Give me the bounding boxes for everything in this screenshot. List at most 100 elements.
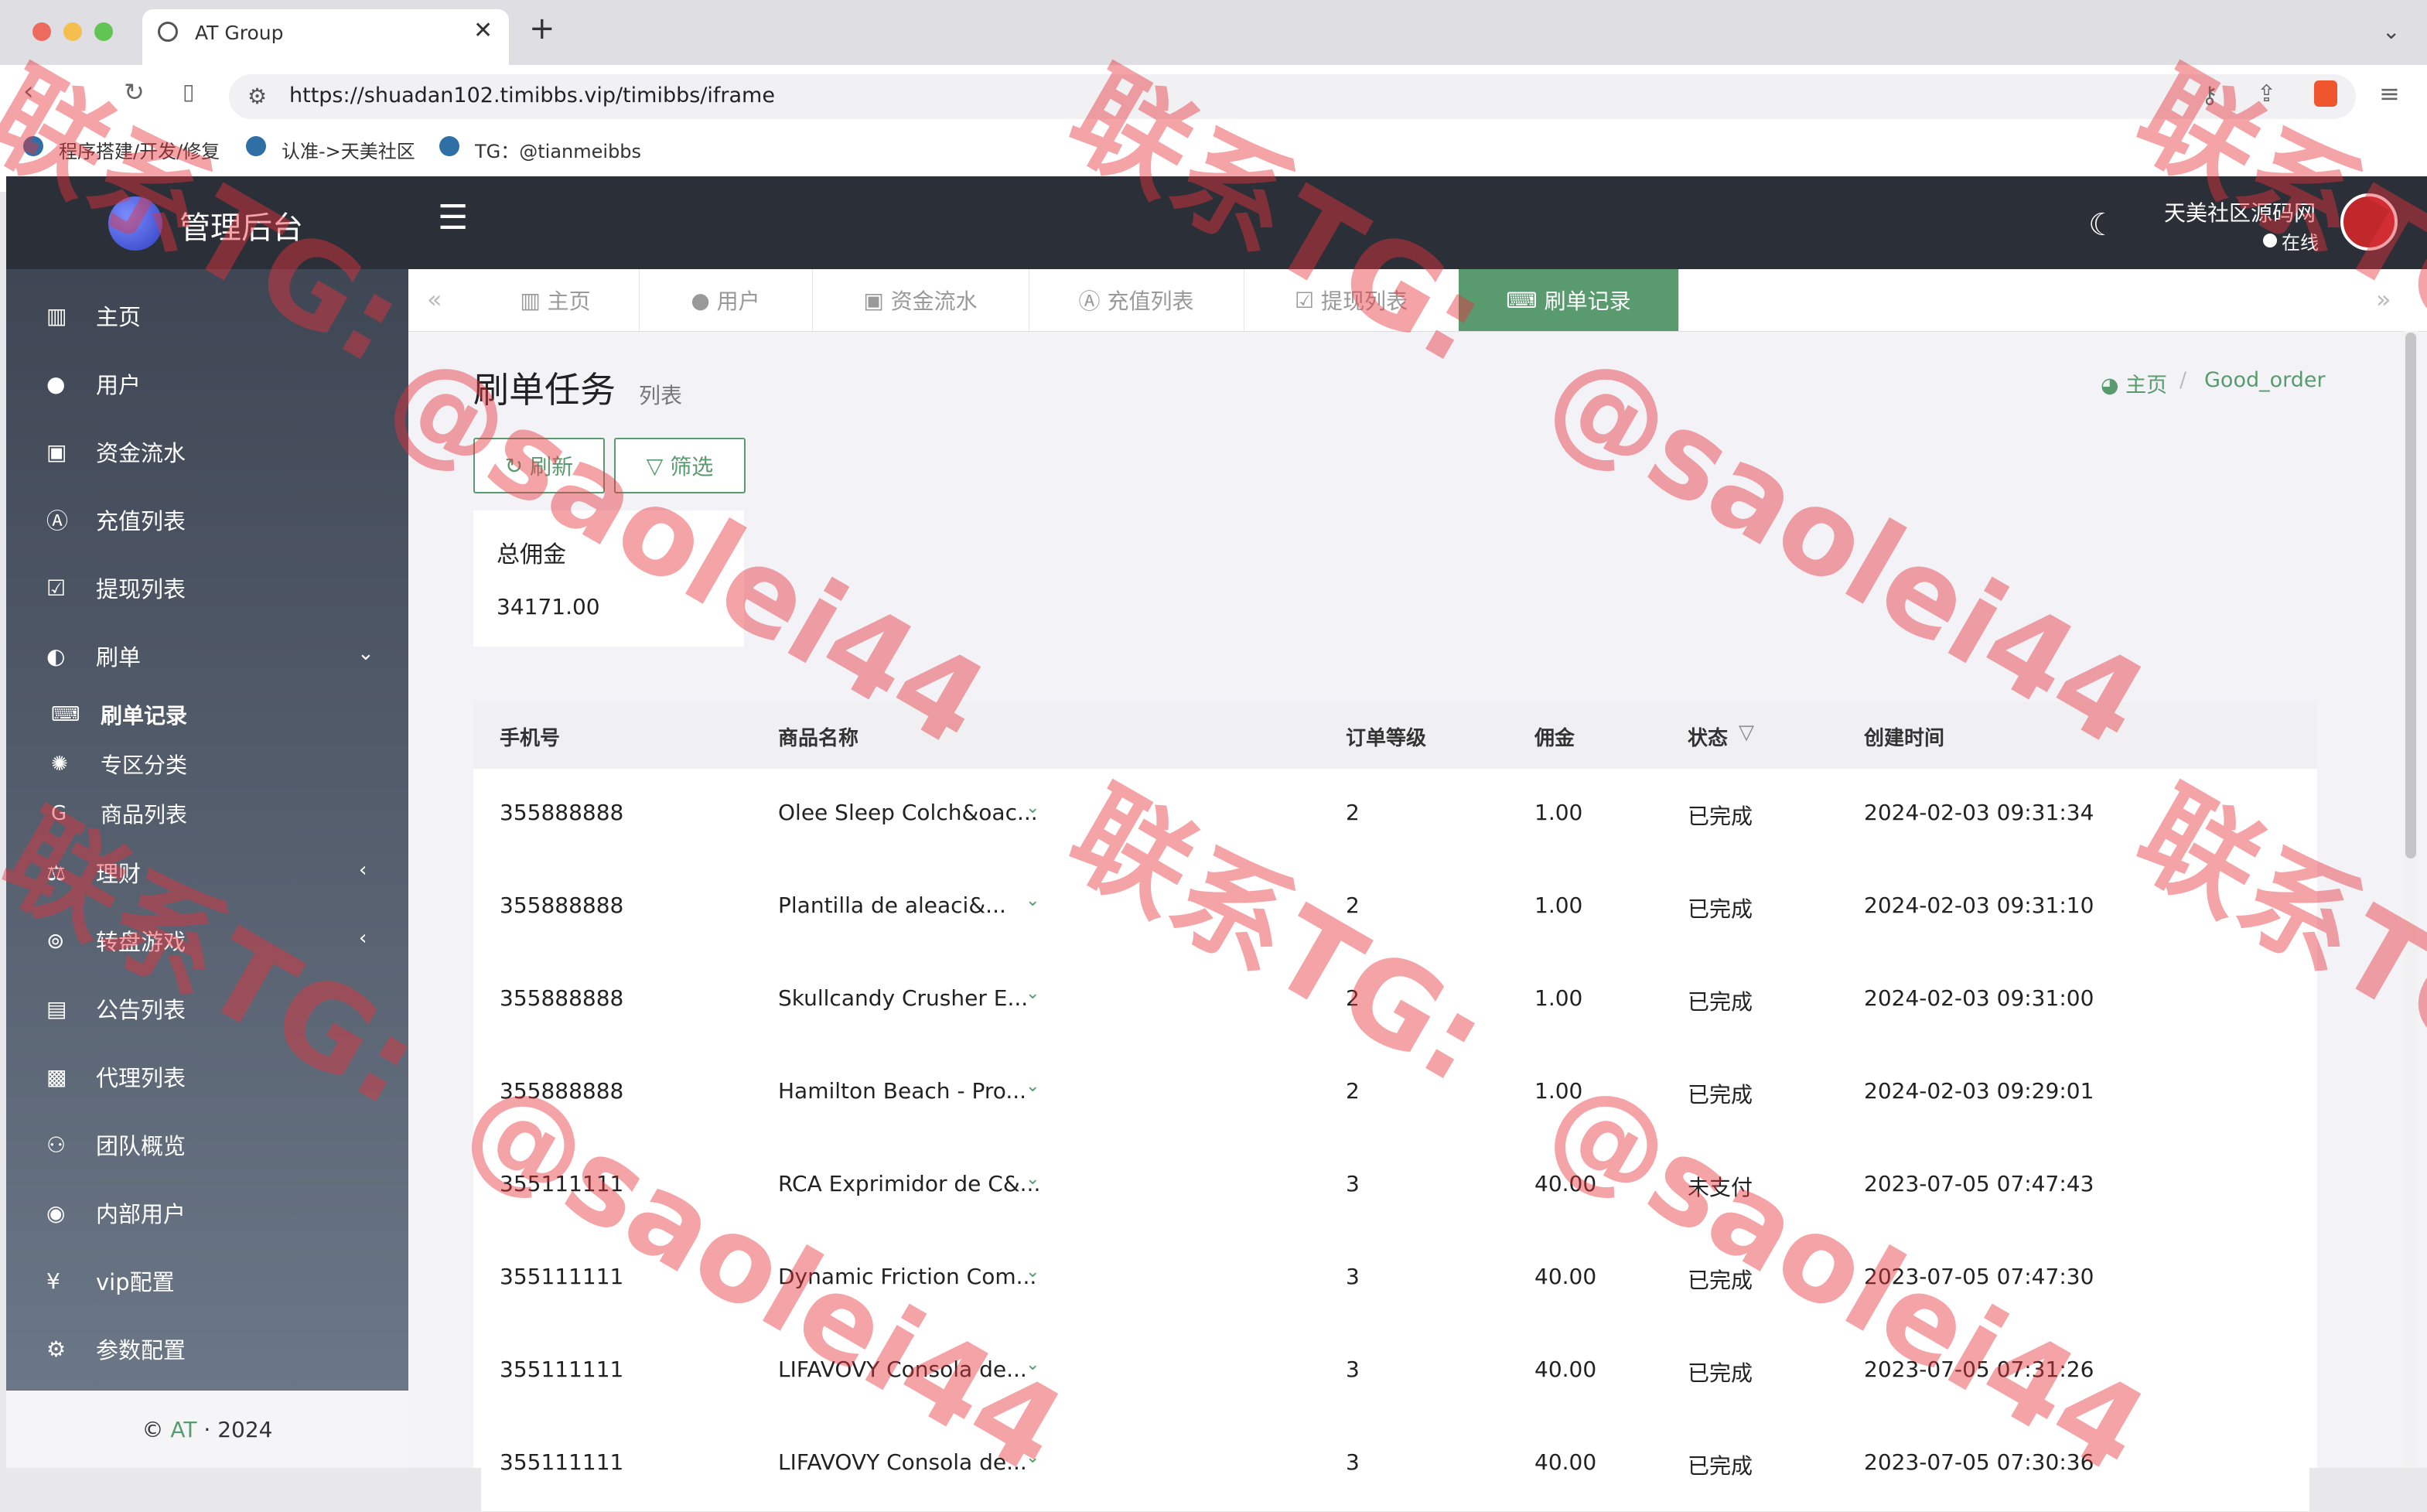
logo-title: 管理后台 bbox=[179, 203, 303, 247]
sidebar-item-brush[interactable]: ◐刷单 bbox=[46, 622, 394, 690]
sidebar-item-users[interactable]: ●用户 bbox=[46, 350, 394, 418]
cell-commission: 40.00 bbox=[1534, 1449, 1596, 1475]
bookmark-icon[interactable]: ▯ bbox=[183, 79, 194, 104]
tab-users[interactable]: ● 用户 bbox=[639, 269, 813, 331]
avatar[interactable] bbox=[2340, 193, 2398, 251]
cell-order-level: 3 bbox=[1346, 1357, 1360, 1382]
expand-chevron-icon[interactable]: ⌄ bbox=[1026, 984, 1039, 1003]
page-subtitle: 列表 bbox=[639, 379, 682, 410]
sidebar-item-recharge[interactable]: Ⓐ充值列表 bbox=[46, 486, 394, 554]
cell-created-time: 2024-02-03 09:31:34 bbox=[1864, 800, 2094, 825]
tab-recharge[interactable]: Ⓐ 充值列表 bbox=[1029, 269, 1244, 331]
expand-chevron-icon[interactable]: ⌄ bbox=[1026, 1169, 1039, 1189]
checkbox-icon: ☑ bbox=[1295, 288, 1321, 313]
page-title: 刷单任务 bbox=[473, 362, 616, 413]
share-icon[interactable]: ⇪ bbox=[2257, 80, 2276, 108]
cell-order-level: 3 bbox=[1346, 1171, 1360, 1196]
cell-order-level: 2 bbox=[1346, 893, 1360, 918]
tab-brush-records[interactable]: ⌨ 刷单记录 bbox=[1459, 269, 1679, 331]
gamepad-icon: ⊚ bbox=[46, 928, 77, 954]
footer-brand-link[interactable]: AT bbox=[170, 1417, 196, 1442]
hamburger-icon[interactable]: ☰ bbox=[438, 198, 468, 237]
cell-status: 已完成 bbox=[1688, 1078, 1753, 1109]
tab-funds[interactable]: ▣ 资金流水 bbox=[812, 269, 1029, 331]
sidebar-item-settings[interactable]: ⚙参数配置 bbox=[46, 1315, 394, 1383]
cell-product-name: Plantilla de aleaci&... bbox=[778, 893, 1006, 918]
column-product-name: 商品名称 bbox=[778, 722, 858, 751]
sidebar-item-home[interactable]: ▥主页 bbox=[46, 282, 394, 350]
topbar bbox=[408, 176, 2427, 269]
sidebar-item-wheel-game[interactable]: ⊚转盘游戏 bbox=[46, 906, 394, 974]
scrollbar-thumb[interactable] bbox=[2405, 333, 2416, 858]
minimize-window-button[interactable] bbox=[63, 22, 82, 41]
sidebar-sub-zone-category[interactable]: ✺专区分类 bbox=[51, 739, 187, 789]
cell-created-time: 2024-02-03 09:29:01 bbox=[1864, 1078, 2094, 1104]
document-icon: ▤ bbox=[46, 996, 77, 1022]
breadcrumb-current[interactable]: Good_order bbox=[2204, 368, 2326, 392]
sidebar-item-notices[interactable]: ▤公告列表 bbox=[46, 974, 394, 1043]
footer-separator: · bbox=[203, 1417, 210, 1442]
bookmark-2[interactable]: 认准->天美社区 bbox=[282, 136, 415, 163]
cell-created-time: 2023-07-05 07:47:30 bbox=[1864, 1264, 2094, 1289]
yen-icon: ¥ bbox=[46, 1268, 77, 1294]
expand-chevron-icon[interactable]: ⌄ bbox=[1026, 1077, 1039, 1096]
tabs-scroll-right-icon[interactable]: » bbox=[2376, 285, 2391, 314]
gear-icon: ✺ bbox=[51, 753, 82, 776]
cell-product-name: RCA Exprimidor de C&... bbox=[778, 1171, 1040, 1196]
bookmark-site-icon bbox=[23, 136, 43, 156]
tab-list-chevron-icon[interactable]: ⌄ bbox=[2382, 19, 2400, 44]
refresh-button[interactable]: ↻ 刷新 bbox=[473, 438, 605, 493]
bookmark-site-icon bbox=[246, 136, 266, 156]
cell-status: 已完成 bbox=[1688, 985, 1753, 1016]
breadcrumb-home[interactable]: ◕ 主页 bbox=[2101, 368, 2167, 398]
moon-icon[interactable]: ☾ bbox=[2088, 207, 2116, 243]
sidebar-item-finance[interactable]: ⚖理财 bbox=[46, 838, 394, 906]
sidebar-sub-brush-records[interactable]: ⌨刷单记录 bbox=[51, 690, 187, 739]
sidebar-item-team[interactable]: ⚇团队概览 bbox=[46, 1111, 394, 1179]
close-window-button[interactable] bbox=[32, 22, 51, 41]
cell-created-time: 2023-07-05 07:31:26 bbox=[1864, 1357, 2094, 1382]
bar-chart-icon: ▥ bbox=[46, 303, 77, 329]
cell-product-name: LIFAVOVY Consola de... bbox=[778, 1449, 1027, 1475]
cell-order-level: 3 bbox=[1346, 1449, 1360, 1475]
column-created-time: 创建时间 bbox=[1864, 722, 1944, 751]
expand-chevron-icon[interactable]: ⌄ bbox=[1026, 1262, 1039, 1282]
expand-chevron-icon[interactable]: ⌄ bbox=[1026, 798, 1039, 817]
card-title: 总佣金 bbox=[497, 535, 566, 569]
status-filter-icon[interactable]: ▽ bbox=[1739, 721, 1754, 744]
sidebar-item-agents[interactable]: ▩代理列表 bbox=[46, 1043, 394, 1111]
sidebar-item-internal-users[interactable]: ◉内部用户 bbox=[46, 1179, 394, 1247]
sidebar-item-funds[interactable]: ▣资金流水 bbox=[46, 418, 394, 486]
sidebar-item-withdraw[interactable]: ☑提现列表 bbox=[46, 554, 394, 622]
brave-shield-icon[interactable] bbox=[2314, 80, 2337, 107]
tab-home[interactable]: ▥ 主页 bbox=[472, 269, 640, 331]
back-icon[interactable]: ‹ bbox=[23, 76, 34, 107]
cell-created-time: 2024-02-03 09:31:10 bbox=[1864, 893, 2094, 918]
zoom-window-button[interactable] bbox=[94, 22, 113, 41]
bookmark-1[interactable]: 程序搭建/开发/修复 bbox=[59, 136, 220, 163]
cell-commission: 1.00 bbox=[1534, 1078, 1582, 1104]
menu-icon[interactable]: ≡ bbox=[2379, 79, 2400, 108]
close-tab-icon[interactable]: ✕ bbox=[473, 17, 493, 44]
sidebar-sub-product-list[interactable]: G商品列表 bbox=[51, 789, 187, 838]
tab-withdraw[interactable]: ☑ 提现列表 bbox=[1244, 269, 1459, 331]
cell-order-level: 3 bbox=[1346, 1264, 1360, 1289]
cell-phone: 355111111 bbox=[500, 1171, 623, 1196]
filter-icon: ▽ bbox=[647, 453, 670, 479]
tabs-scroll-left-icon[interactable]: « bbox=[427, 285, 442, 314]
site-settings-icon[interactable]: ⚙ bbox=[247, 84, 267, 109]
column-commission: 佣金 bbox=[1534, 722, 1575, 751]
user-icon: ● bbox=[46, 371, 77, 397]
expand-chevron-icon[interactable]: ⌄ bbox=[1026, 1448, 1039, 1467]
filter-button[interactable]: ▽ 筛选 bbox=[614, 438, 746, 493]
cell-created-time: 2023-07-05 07:47:43 bbox=[1864, 1171, 2094, 1196]
refresh-icon: ↻ bbox=[505, 453, 530, 479]
sidebar-item-vip[interactable]: ¥vip配置 bbox=[46, 1247, 394, 1315]
expand-chevron-icon[interactable]: ⌄ bbox=[1026, 891, 1039, 910]
cell-commission: 1.00 bbox=[1534, 985, 1582, 1011]
key-icon[interactable]: ⚷ bbox=[2201, 82, 2218, 109]
new-tab-button[interactable]: + bbox=[529, 11, 555, 46]
bookmark-3[interactable]: TG：@tianmeibbs bbox=[475, 136, 641, 163]
expand-chevron-icon[interactable]: ⌄ bbox=[1026, 1355, 1039, 1374]
reload-icon[interactable]: ↻ bbox=[124, 77, 145, 107]
